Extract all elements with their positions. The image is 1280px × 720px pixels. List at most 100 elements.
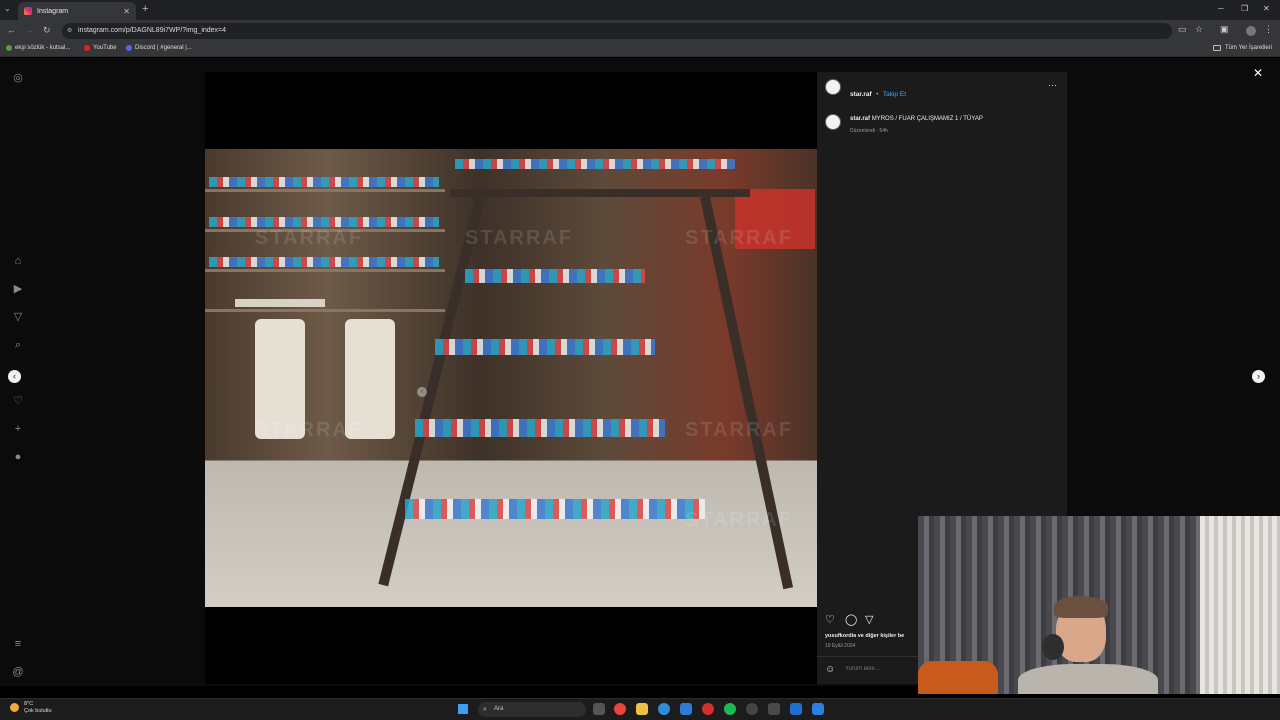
- bookmark-discord[interactable]: Discord | #general |...: [126, 45, 192, 51]
- person-hair: [1054, 596, 1108, 618]
- app-icon[interactable]: [768, 703, 780, 715]
- chrome-menu-icon[interactable]: ⋮: [1264, 24, 1273, 35]
- cast-icon[interactable]: ▭: [1178, 24, 1187, 35]
- site-info-icon[interactable]: ⚙: [67, 23, 72, 39]
- post-caption: star.raf MYROS / FUAR ÇALIŞMAMIZ 1 / TÜY…: [850, 116, 983, 122]
- new-tab-icon[interactable]: +: [142, 3, 148, 15]
- watermark: STARRAF: [685, 509, 794, 531]
- shelf-goods: [209, 177, 439, 187]
- url-field[interactable]: ⚙ instagram.com/p/DAGNL89i7WP/?img_index…: [62, 23, 1172, 39]
- post-header: star.raf • Takip Et: [850, 83, 906, 101]
- search-icon: ⌕: [483, 706, 487, 713]
- all-bookmarks-label: Tüm Yer İşaretleri: [1224, 45, 1272, 51]
- threads-icon[interactable]: @: [12, 666, 24, 678]
- task-view-icon[interactable]: [593, 703, 605, 715]
- reels-icon[interactable]: ▶: [12, 283, 24, 295]
- bookmark-eksi[interactable]: ekşi sözlük - kutsal...: [6, 45, 70, 51]
- window-close-icon[interactable]: ✕: [1263, 4, 1270, 13]
- weather-temp: 8°C: [24, 701, 34, 707]
- minimize-icon[interactable]: ─: [1218, 4, 1224, 13]
- forward-icon: →: [25, 25, 34, 35]
- file-explorer-icon[interactable]: [636, 703, 648, 715]
- app-icon[interactable]: [812, 703, 824, 715]
- post-date: 19 Eylül 2024: [825, 643, 856, 649]
- comment-icon[interactable]: ◯: [845, 613, 857, 626]
- windows-start-icon[interactable]: [458, 704, 468, 714]
- discord-icon: [126, 45, 132, 51]
- restore-icon[interactable]: ❐: [1241, 4, 1248, 13]
- home-icon[interactable]: ⌂: [12, 255, 24, 267]
- stand-goods: [465, 269, 645, 283]
- chrome-icon[interactable]: [614, 703, 626, 715]
- extensions-icon[interactable]: ▣: [1220, 24, 1229, 35]
- more-options-icon[interactable]: ⋯: [1048, 80, 1057, 91]
- store-icon[interactable]: [790, 703, 802, 715]
- instagram-icon[interactable]: ◎: [12, 72, 24, 84]
- close-modal-icon[interactable]: ✕: [1253, 66, 1263, 80]
- stand-goods: [405, 499, 705, 519]
- bookmarks-bar: ekşi sözlük - kutsal... YouTube Discord …: [0, 42, 1280, 57]
- weather-desc: Çok bulutlu: [24, 708, 52, 714]
- webcam-overlay: [918, 516, 1280, 694]
- all-bookmarks[interactable]: Tüm Yer İşaretleri: [1212, 45, 1272, 51]
- previous-post-button[interactable]: ‹: [8, 370, 21, 383]
- mail-icon[interactable]: [680, 703, 692, 715]
- weather-icon: [10, 703, 19, 712]
- share-icon[interactable]: ▽: [865, 613, 873, 626]
- back-icon[interactable]: ←: [7, 25, 16, 35]
- search-icon[interactable]: ⌕: [12, 339, 24, 351]
- profile-icon[interactable]: ●: [12, 451, 24, 463]
- taskbar-search[interactable]: ⌕ Ara: [478, 702, 586, 717]
- spotify-icon[interactable]: [724, 703, 736, 715]
- profile-avatar[interactable]: [1246, 26, 1256, 36]
- bookmark-label: Discord | #general |...: [135, 45, 192, 51]
- tab-title: Instagram: [37, 7, 69, 15]
- wall-shelf: [205, 309, 445, 312]
- next-post-button[interactable]: ›: [1252, 370, 1265, 383]
- post-photo: STARRAF STARRAF STARRAF STARRAF STARRAF …: [205, 149, 817, 607]
- bookmark-star-icon[interactable]: ☆: [1195, 24, 1203, 35]
- author-username[interactable]: star.raf: [850, 91, 872, 98]
- bookmark-youtube[interactable]: YouTube: [84, 45, 117, 51]
- wall-shelf: [205, 189, 445, 192]
- headphone: [1042, 634, 1064, 660]
- opera-icon[interactable]: [702, 703, 714, 715]
- watermark: STARRAF: [255, 227, 364, 249]
- shelf-goods: [209, 257, 439, 267]
- author-avatar[interactable]: [825, 79, 841, 95]
- windows-taskbar: 8°C Çok bulutlu ⌕ Ara: [0, 698, 1280, 720]
- likes-summary[interactable]: yusufkordia ve diğer kişiler be: [825, 633, 904, 639]
- browser-tab[interactable]: Instagram ✕: [18, 2, 136, 20]
- create-icon[interactable]: +: [12, 423, 24, 435]
- header-separator: •: [876, 91, 879, 98]
- bookmark-label: YouTube: [93, 45, 117, 51]
- watermark: STARRAF: [465, 227, 574, 249]
- follow-button[interactable]: Takip Et: [883, 91, 906, 98]
- caption-avatar[interactable]: [825, 114, 841, 130]
- send-icon[interactable]: ▽: [12, 311, 24, 323]
- tab-search-icon[interactable]: ⌄: [4, 4, 11, 13]
- weather-widget[interactable]: 8°C Çok bulutlu: [10, 701, 52, 715]
- caption-username[interactable]: star.raf: [850, 116, 870, 122]
- shelf-goods: [209, 217, 439, 227]
- orange-chair: [918, 661, 998, 694]
- bookmark-favicon-icon: [6, 45, 12, 51]
- emoji-icon[interactable]: ☺: [825, 664, 835, 675]
- menu-icon[interactable]: ≡: [12, 638, 24, 650]
- carousel-previous-button[interactable]: ‹: [417, 387, 427, 397]
- like-heart-icon[interactable]: ♡: [825, 613, 835, 626]
- watermark: STARRAF: [685, 227, 794, 249]
- browser-tab-bar: ⌄ Instagram ✕ + ─ ❐ ✕: [0, 0, 1280, 20]
- edge-icon[interactable]: [658, 703, 670, 715]
- reload-icon[interactable]: ↻: [43, 25, 51, 36]
- person-body: [1018, 664, 1158, 694]
- heart-icon[interactable]: ♡: [12, 395, 24, 407]
- bookmark-label: ekşi sözlük - kutsal...: [15, 45, 71, 51]
- obs-icon[interactable]: [746, 703, 758, 715]
- stand-goods: [435, 339, 655, 355]
- tab-close-icon[interactable]: ✕: [123, 7, 130, 16]
- youtube-icon: [84, 45, 90, 51]
- stand-goods: [415, 419, 665, 437]
- url-text: instagram.com/p/DAGNL89i7WP/?img_index=4: [78, 27, 227, 34]
- caption-edited-time: Düzenlendi · 54h: [850, 128, 888, 134]
